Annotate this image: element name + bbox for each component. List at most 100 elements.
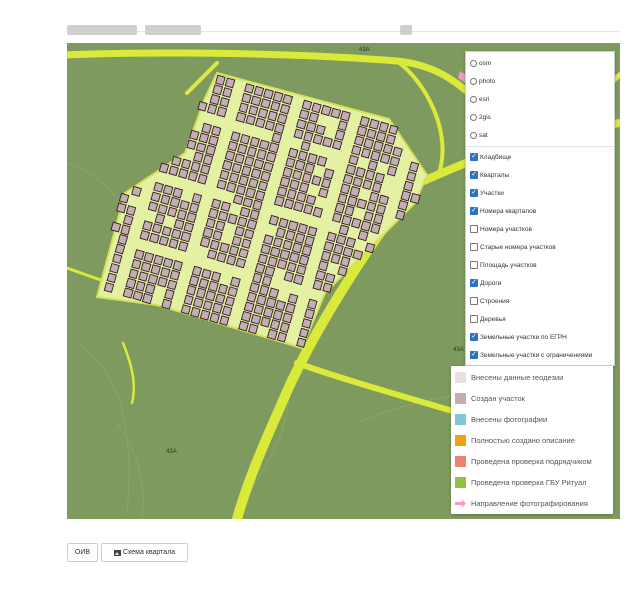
burial-plot[interactable] bbox=[267, 110, 278, 122]
burial-plot[interactable] bbox=[356, 198, 368, 210]
burial-plot[interactable] bbox=[135, 280, 146, 292]
burial-plot[interactable] bbox=[287, 293, 299, 305]
burial-plot[interactable] bbox=[252, 199, 263, 211]
burial-plot[interactable] bbox=[147, 273, 159, 285]
burial-plot[interactable] bbox=[276, 331, 288, 343]
burial-plot[interactable] bbox=[339, 110, 351, 122]
burial-plot[interactable] bbox=[202, 300, 213, 311]
burial-plot[interactable] bbox=[190, 306, 201, 318]
burial-plot[interactable] bbox=[211, 198, 222, 210]
burial-plot[interactable] bbox=[256, 148, 267, 161]
burial-plot[interactable] bbox=[312, 133, 324, 145]
burial-plot[interactable] bbox=[254, 190, 266, 202]
burial-plot[interactable] bbox=[263, 88, 274, 100]
burial-plot[interactable] bbox=[179, 199, 190, 211]
burial-plot[interactable] bbox=[303, 203, 314, 215]
burial-plot[interactable] bbox=[293, 201, 305, 213]
overlay-restricted-parcels[interactable]: ✓ Земельные участки с ограничениями bbox=[470, 348, 592, 362]
burial-plot[interactable] bbox=[169, 196, 181, 208]
burial-plot[interactable] bbox=[222, 87, 233, 98]
burial-plot[interactable] bbox=[154, 213, 166, 225]
burial-plot[interactable] bbox=[212, 84, 224, 96]
burial-plot[interactable] bbox=[304, 162, 316, 174]
burial-plot[interactable] bbox=[349, 185, 361, 198]
basemap-option-sat[interactable]: sat bbox=[470, 128, 488, 142]
burial-plot[interactable] bbox=[191, 192, 203, 204]
burial-plot[interactable] bbox=[240, 310, 252, 323]
burial-plot[interactable] bbox=[304, 308, 315, 320]
burial-plot[interactable] bbox=[320, 250, 332, 262]
burial-plot[interactable] bbox=[293, 128, 304, 140]
burial-plot[interactable] bbox=[210, 271, 222, 283]
burial-plot[interactable] bbox=[142, 220, 153, 232]
burial-plot[interactable] bbox=[260, 316, 271, 328]
burial-plot[interactable] bbox=[228, 245, 240, 257]
burial-plot[interactable] bbox=[296, 337, 307, 348]
burial-plot[interactable] bbox=[395, 209, 406, 221]
burial-plot[interactable] bbox=[243, 228, 255, 240]
burial-plot[interactable] bbox=[125, 277, 137, 290]
burial-plot[interactable] bbox=[202, 227, 214, 239]
burial-plot[interactable] bbox=[197, 101, 208, 112]
burial-plot[interactable] bbox=[219, 169, 230, 181]
burial-plot[interactable] bbox=[324, 272, 336, 284]
burial-plot[interactable] bbox=[224, 150, 236, 162]
burial-plot[interactable] bbox=[293, 273, 305, 286]
burial-plot[interactable] bbox=[337, 193, 348, 204]
burial-plot[interactable] bbox=[367, 160, 379, 172]
burial-plot[interactable] bbox=[230, 131, 241, 142]
burial-plot[interactable] bbox=[202, 154, 214, 166]
burial-plot[interactable] bbox=[250, 95, 262, 107]
oiv-button[interactable]: ОИВ bbox=[67, 543, 98, 562]
burial-plot[interactable] bbox=[186, 139, 197, 151]
burial-plot[interactable] bbox=[205, 144, 217, 156]
burial-plot[interactable] bbox=[214, 293, 226, 304]
burial-plot[interactable] bbox=[373, 213, 384, 225]
burial-plot[interactable] bbox=[366, 201, 377, 212]
burial-plot[interactable] bbox=[197, 173, 208, 185]
burial-plot[interactable] bbox=[103, 282, 115, 293]
burial-plot[interactable] bbox=[271, 132, 283, 144]
burial-plot[interactable] bbox=[168, 165, 179, 177]
burial-plot[interactable] bbox=[364, 242, 376, 254]
burial-plot[interactable] bbox=[295, 118, 307, 130]
burial-plot[interactable] bbox=[220, 201, 231, 212]
checkbox[interactable]: ✓ bbox=[470, 153, 478, 161]
burial-plot[interactable] bbox=[110, 221, 122, 233]
burial-plot[interactable] bbox=[334, 202, 346, 214]
burial-plot[interactable] bbox=[342, 246, 354, 258]
burial-plot[interactable] bbox=[337, 266, 348, 277]
burial-plot[interactable] bbox=[109, 262, 120, 274]
burial-plot[interactable] bbox=[389, 156, 401, 167]
burial-plot[interactable] bbox=[161, 226, 172, 237]
burial-plot[interactable] bbox=[301, 172, 313, 184]
burial-plot[interactable] bbox=[345, 236, 357, 248]
burial-plot[interactable] bbox=[185, 212, 197, 224]
burial-plot[interactable] bbox=[385, 134, 396, 145]
burial-plot[interactable] bbox=[172, 187, 184, 199]
burial-plot[interactable] bbox=[353, 135, 365, 147]
checkbox[interactable] bbox=[470, 315, 478, 323]
burial-plot[interactable] bbox=[318, 187, 329, 199]
overlay-quarters[interactable]: ✓ Кварталы bbox=[470, 168, 509, 182]
burial-plot[interactable] bbox=[238, 320, 250, 332]
burial-plot[interactable] bbox=[300, 140, 311, 152]
burial-plot[interactable] bbox=[388, 124, 399, 136]
burial-plot[interactable] bbox=[272, 309, 284, 321]
burial-plot[interactable] bbox=[157, 276, 168, 288]
burial-plot[interactable] bbox=[141, 292, 153, 305]
burial-plot[interactable] bbox=[305, 194, 317, 206]
burial-plot[interactable] bbox=[340, 256, 351, 268]
burial-plot[interactable] bbox=[201, 122, 212, 134]
burial-plot[interactable] bbox=[227, 140, 239, 152]
burial-plot[interactable] bbox=[112, 253, 123, 264]
radio-button[interactable] bbox=[470, 77, 477, 85]
burial-plot[interactable] bbox=[189, 129, 200, 141]
basemap-option-esri[interactable]: esri bbox=[470, 92, 489, 106]
burial-plot[interactable] bbox=[153, 254, 164, 266]
checkbox[interactable]: ✓ bbox=[470, 279, 478, 287]
burial-plot[interactable] bbox=[219, 242, 230, 254]
burial-plot[interactable] bbox=[195, 142, 207, 153]
burial-plot[interactable] bbox=[178, 168, 189, 179]
basemap-option-photo[interactable]: photo bbox=[470, 74, 495, 88]
